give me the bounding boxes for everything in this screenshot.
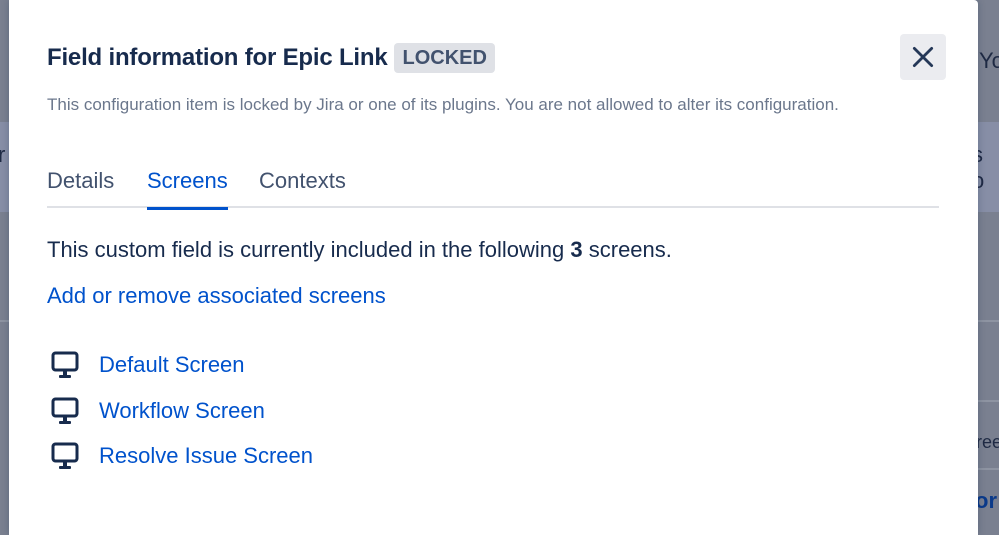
screens-summary: This custom field is currently included …: [47, 237, 672, 263]
tab-list: Details Screens Contexts: [47, 168, 939, 210]
screen-item-default[interactable]: Default Screen: [49, 348, 449, 382]
monitor-icon: [51, 442, 79, 469]
background-divider: [978, 400, 999, 402]
field-information-dialog: Field information for Epic Link LOCKED T…: [9, 0, 978, 535]
background-divider: [978, 468, 999, 470]
background-divider: [0, 320, 9, 322]
background-text: You: [979, 48, 999, 73]
tab-contexts[interactable]: Contexts: [259, 168, 346, 208]
locked-description: This configuration item is locked by Jir…: [47, 95, 839, 114]
add-remove-screens-link[interactable]: Add or remove associated screens: [47, 283, 386, 309]
locked-badge: LOCKED: [394, 43, 495, 73]
dialog-title: Field information for Epic Link: [47, 44, 388, 71]
screen-link-default[interactable]: Default Screen: [99, 352, 245, 378]
screen-link-workflow[interactable]: Workflow Screen: [99, 398, 265, 424]
screen-link-resolve-issue[interactable]: Resolve Issue Screen: [99, 443, 313, 469]
screen-item-resolve-issue[interactable]: Resolve Issue Screen: [49, 439, 449, 473]
close-icon: [912, 46, 934, 68]
background-divider: [978, 320, 999, 322]
close-button[interactable]: [900, 34, 946, 80]
background-text: r: [0, 142, 6, 167]
screen-item-workflow[interactable]: Workflow Screen: [49, 394, 449, 428]
background-text: ree: [976, 432, 999, 452]
dialog-header: Field information for Epic Link LOCKED: [47, 42, 495, 74]
tab-details[interactable]: Details: [47, 168, 114, 208]
tab-screens[interactable]: Screens: [147, 168, 228, 210]
monitor-icon: [51, 397, 79, 424]
screen-count: 3: [570, 237, 583, 262]
monitor-icon: [51, 351, 79, 378]
summary-suffix: screens.: [588, 237, 672, 262]
summary-prefix: This custom field is currently included …: [47, 237, 565, 262]
background-link: or: [975, 488, 997, 513]
